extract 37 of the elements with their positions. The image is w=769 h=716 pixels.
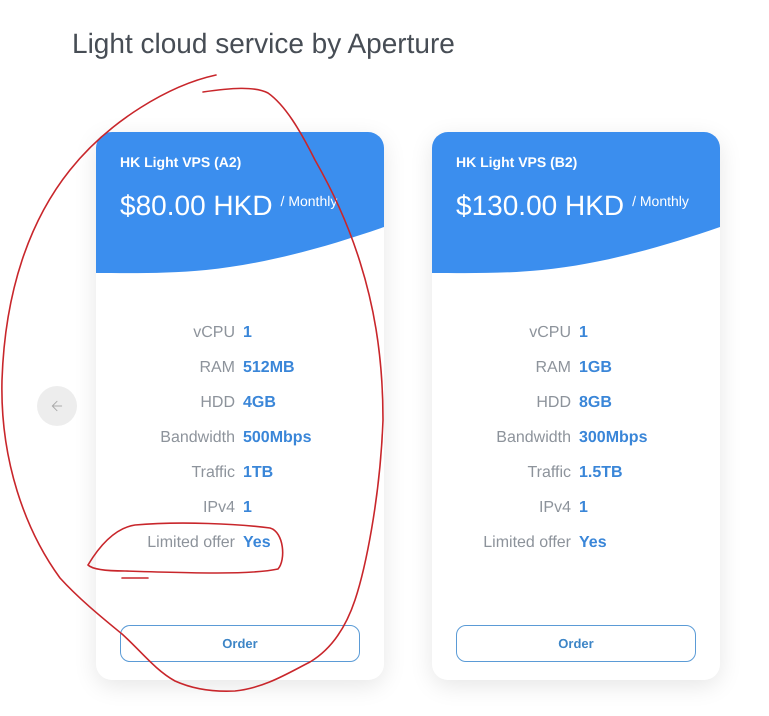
plan-price: $130.00 HKD: [456, 190, 624, 222]
spec-label: HDD: [199, 392, 235, 412]
spec-value: 8GB: [579, 392, 613, 412]
spec-value: 1TB: [243, 462, 274, 482]
plan-price: $80.00 HKD: [120, 190, 273, 222]
spec-value: 1.5TB: [579, 462, 624, 482]
spec-label: HDD: [535, 392, 571, 412]
spec-label: Bandwidth: [495, 428, 571, 448]
spec-label: vCPU: [528, 322, 571, 342]
spec-label: Traffic: [526, 462, 571, 482]
spec-label: Bandwidth: [159, 428, 235, 448]
spec-value: 1: [579, 322, 589, 342]
spec-value: 1: [579, 498, 589, 518]
spec-label: vCPU: [192, 322, 235, 342]
previous-button[interactable]: [37, 386, 77, 426]
spec-value: Yes: [243, 532, 272, 552]
spec-label: IPv4: [202, 498, 235, 518]
spec-label: RAM: [534, 358, 571, 378]
spec-value: 512MB: [243, 358, 296, 378]
plan-name: HK Light VPS (B2): [456, 153, 578, 171]
spec-label: Traffic: [190, 462, 235, 482]
spec-label: Limited offer: [146, 532, 235, 552]
spec-label: Limited offer: [482, 532, 571, 552]
spec-value: 4GB: [243, 392, 277, 412]
spec-value: Yes: [579, 532, 608, 552]
spec-label: RAM: [198, 358, 235, 378]
spec-value: 1: [243, 498, 253, 518]
billing-period: / Monthly: [632, 192, 689, 210]
page-title: Light cloud service by Aperture: [72, 27, 456, 61]
plan-name: HK Light VPS (A2): [120, 153, 242, 171]
spec-value: 300Mbps: [579, 428, 648, 448]
order-button[interactable]: Order: [120, 625, 360, 662]
spec-value: 1: [243, 322, 253, 342]
spec-value: 1GB: [579, 358, 613, 378]
order-button[interactable]: Order: [456, 625, 696, 662]
spec-value: 500Mbps: [243, 428, 312, 448]
spec-label: IPv4: [538, 498, 571, 518]
